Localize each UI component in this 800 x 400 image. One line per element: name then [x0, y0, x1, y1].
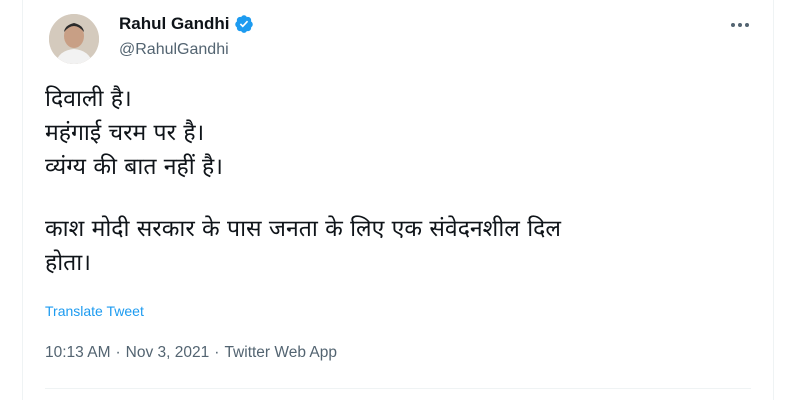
author-name[interactable]: Rahul Gandhi [119, 14, 230, 34]
tweet-card: Rahul Gandhi @RahulGandhi दिवाली है। महं… [22, 0, 774, 400]
more-horizontal-icon [731, 23, 735, 27]
avatar[interactable] [49, 14, 99, 64]
separator-dot: · [115, 344, 121, 361]
tweet-text-line: महंगाई चरम पर है। [45, 120, 205, 146]
tweet-text-line: होता। [45, 250, 91, 276]
author-handle[interactable]: @RahulGandhi [119, 41, 229, 59]
author-name-row[interactable]: Rahul Gandhi [119, 14, 254, 34]
separator-dot: · [214, 344, 220, 361]
tweet-date[interactable]: Nov 3, 2021 [126, 344, 210, 361]
translate-tweet-link[interactable]: Translate Tweet [45, 303, 144, 319]
more-horizontal-icon [745, 23, 749, 27]
tweet-metadata: 10:13 AM · Nov 3, 2021 · Twitter Web App [45, 344, 337, 362]
tweet-text-line: व्यंग्य की बात नहीं है। [45, 154, 223, 180]
tweet-text-line: दिवाली है। [45, 86, 132, 112]
more-horizontal-icon [738, 23, 742, 27]
tweet-time[interactable]: 10:13 AM [45, 344, 111, 361]
divider [45, 388, 751, 389]
more-options-button[interactable] [725, 12, 755, 38]
tweet-source[interactable]: Twitter Web App [224, 344, 337, 361]
tweet-text-line: काश मोदी सरकार के पास जनता के लिए एक संव… [45, 216, 561, 242]
profile-photo [49, 14, 99, 64]
verified-badge-icon [234, 15, 253, 33]
tweet-text: दिवाली है। महंगाई चरम पर है। व्यंग्य की … [45, 82, 745, 280]
